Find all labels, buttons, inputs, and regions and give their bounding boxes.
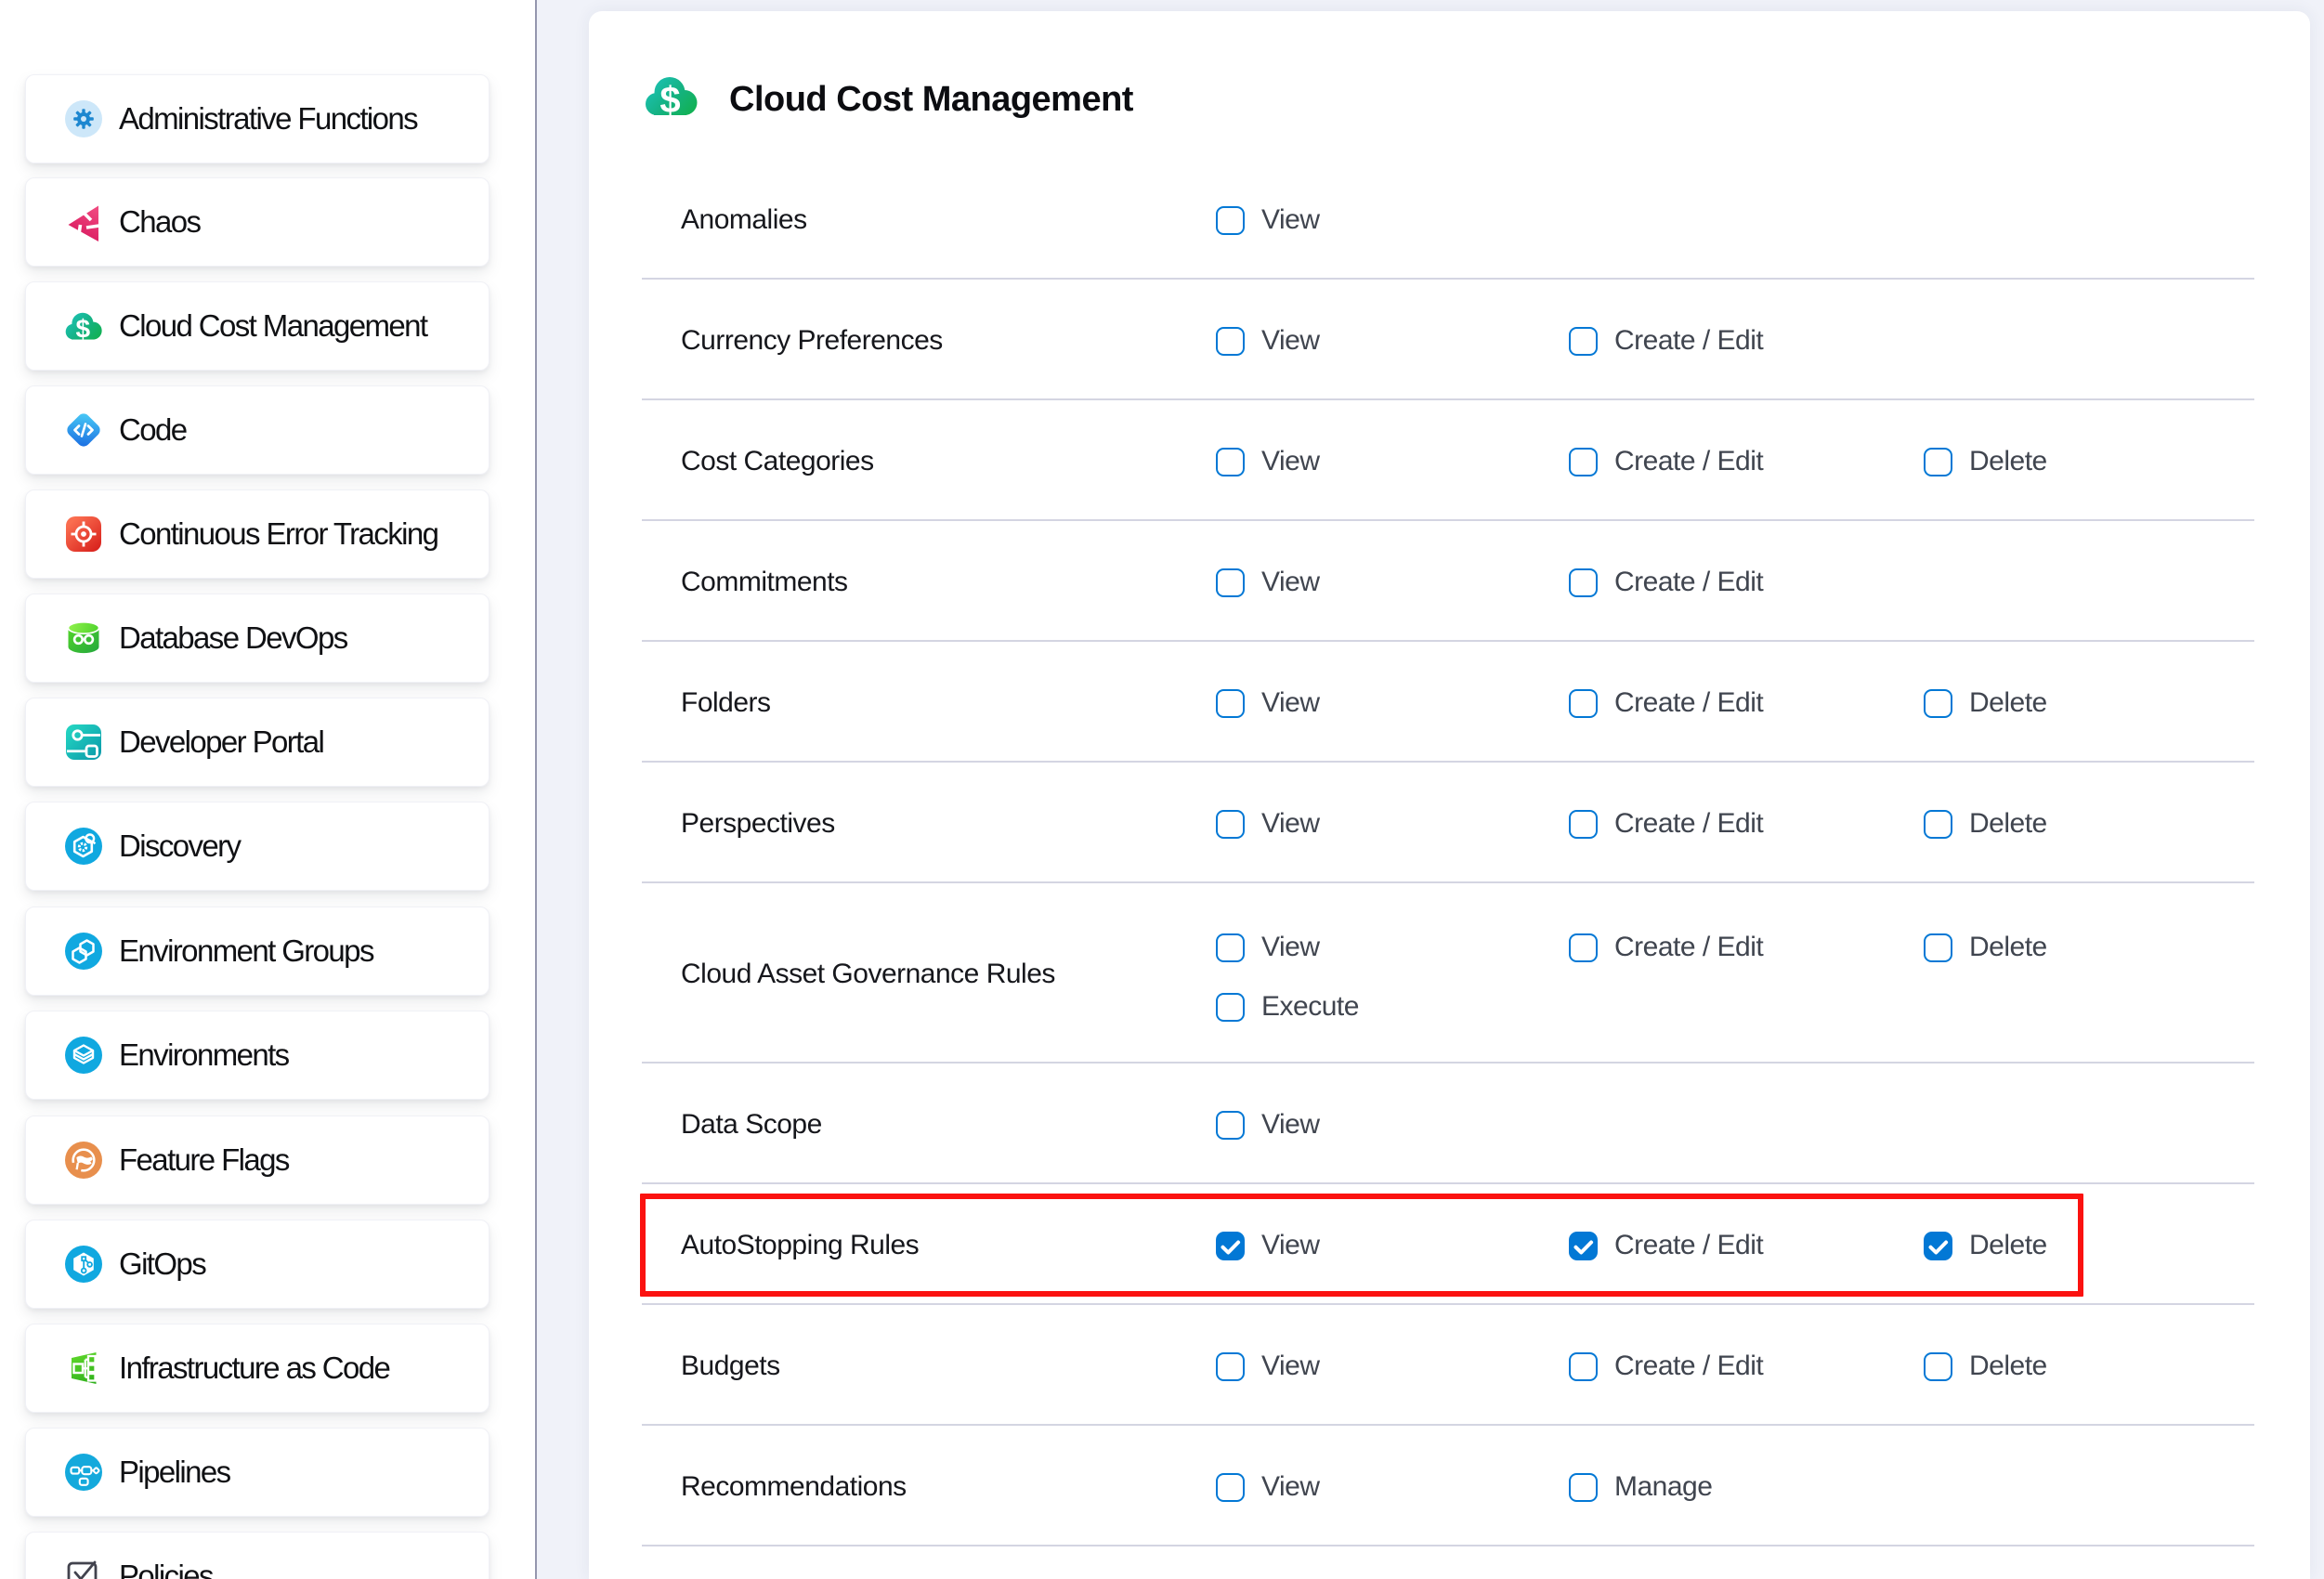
svg-text:$: $ bbox=[659, 80, 680, 117]
svg-text:$: $ bbox=[75, 314, 90, 343]
